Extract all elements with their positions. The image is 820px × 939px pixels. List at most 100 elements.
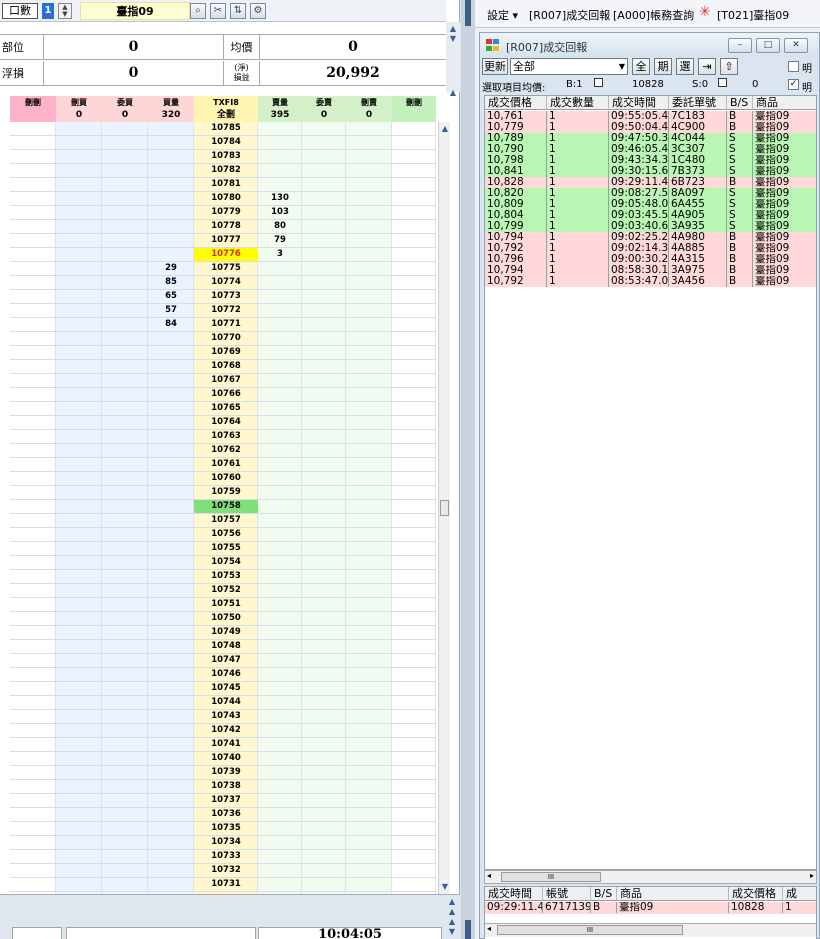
- ladder-price[interactable]: 10761: [194, 458, 258, 471]
- ladder-row[interactable]: 10774 85: [10, 276, 436, 290]
- settings-icon[interactable]: ⚙: [250, 3, 266, 19]
- ladder-row[interactable]: 10770: [10, 332, 436, 346]
- ladder-price[interactable]: 10757: [194, 514, 258, 527]
- ladder-price[interactable]: 10752: [194, 584, 258, 597]
- period-button[interactable]: 期: [654, 58, 672, 75]
- ladder-row[interactable]: 10769: [10, 346, 436, 360]
- detail-column-header-5[interactable]: 成: [783, 887, 816, 901]
- export-icon[interactable]: ⇥: [698, 58, 716, 75]
- ladder-price[interactable]: 10780: [194, 192, 258, 205]
- ladder-row[interactable]: 10734: [10, 836, 436, 850]
- ladder-header-2[interactable]: 委買: [102, 96, 148, 109]
- splitter[interactable]: [461, 0, 475, 939]
- ladder-price[interactable]: 10754: [194, 556, 258, 569]
- ladder-header-4[interactable]: TXFI8: [194, 96, 258, 109]
- table-row[interactable]: 10,790 1 09:46:05.43 3C307 S 臺指09: [485, 144, 816, 155]
- ladder-row[interactable]: 10768: [10, 360, 436, 374]
- ladder-header-8[interactable]: 刪刪: [392, 96, 436, 109]
- ladder-row[interactable]: 10741: [10, 738, 436, 752]
- ladder-row[interactable]: 10731: [10, 878, 436, 892]
- ladder-price[interactable]: 10743: [194, 710, 258, 723]
- ladder-price[interactable]: 10739: [194, 766, 258, 779]
- buy-checkbox[interactable]: [594, 78, 603, 87]
- detail-column-header-0[interactable]: 成交時間: [485, 887, 543, 901]
- table-row[interactable]: 10,809 1 09:05:48.08 6A455 S 臺指09: [485, 199, 816, 210]
- detail-column-header-2[interactable]: B/S: [591, 887, 617, 901]
- ladder-price[interactable]: 10783: [194, 150, 258, 163]
- ladder-price[interactable]: 10760: [194, 472, 258, 485]
- ladder-price[interactable]: 10734: [194, 836, 258, 849]
- ladder-row[interactable]: 10738: [10, 780, 436, 794]
- select-button[interactable]: 選: [676, 58, 694, 75]
- ladder-row[interactable]: 10771 84: [10, 318, 436, 332]
- upload-icon[interactable]: ⇧: [720, 58, 738, 75]
- ladder-price[interactable]: 10741: [194, 738, 258, 751]
- ladder-row[interactable]: 10785: [10, 122, 436, 136]
- price-ladder[interactable]: 10785 10784 10783 10782 10781 10780 130 10779 10…: [10, 122, 436, 894]
- tools-icon[interactable]: ✂: [210, 3, 226, 19]
- ladder-price[interactable]: 10731: [194, 878, 258, 891]
- ladder-row[interactable]: 10748: [10, 640, 436, 654]
- table-row[interactable]: 10,792 1 08:53:47.07 3A456 B 臺指09: [485, 276, 816, 287]
- ladder-row[interactable]: 10781: [10, 178, 436, 192]
- column-header-4[interactable]: B/S: [727, 96, 753, 110]
- ladder-row[interactable]: 10776 3: [10, 248, 436, 262]
- sell-checkbox[interactable]: [718, 78, 727, 87]
- ladder-row[interactable]: 10746: [10, 668, 436, 682]
- ladder-row[interactable]: 10758: [10, 500, 436, 514]
- ladder-price[interactable]: 10749: [194, 626, 258, 639]
- table-row[interactable]: 10,841 1 09:30:15.67 7B373 S 臺指09: [485, 166, 816, 177]
- ladder-price[interactable]: 10781: [194, 178, 258, 191]
- ladder-price[interactable]: 10763: [194, 430, 258, 443]
- table-hscroll[interactable]: ◂ III ▸: [484, 870, 817, 884]
- ladder-price[interactable]: 10746: [194, 668, 258, 681]
- filter-select[interactable]: 全部 ▼: [510, 58, 628, 75]
- ladder-row[interactable]: 10733: [10, 850, 436, 864]
- ladder-price[interactable]: 10748: [194, 640, 258, 653]
- menu-settings[interactable]: 設定 ▾: [487, 7, 518, 23]
- ladder-price[interactable]: 10773: [194, 290, 258, 303]
- ladder-row[interactable]: 10753: [10, 570, 436, 584]
- arrows-icon[interactable]: ⇅: [230, 3, 246, 19]
- minimize-button[interactable]: –: [728, 38, 752, 53]
- ladder-row[interactable]: 10751: [10, 598, 436, 612]
- ladder-row[interactable]: 10735: [10, 822, 436, 836]
- ladder-price[interactable]: 10777: [194, 234, 258, 247]
- ladder-price[interactable]: 10759: [194, 486, 258, 499]
- ladder-row[interactable]: 10745: [10, 682, 436, 696]
- detail-column-header-3[interactable]: 商品: [617, 887, 729, 901]
- ladder-row[interactable]: 10775 29: [10, 262, 436, 276]
- ladder-price[interactable]: 10751: [194, 598, 258, 611]
- ladder-price[interactable]: 10775: [194, 262, 258, 275]
- ladder-price[interactable]: 10765: [194, 402, 258, 415]
- ladder-price[interactable]: 10735: [194, 822, 258, 835]
- ladder-price[interactable]: 10756: [194, 528, 258, 541]
- ladder-price[interactable]: 10770: [194, 332, 258, 345]
- maximize-button[interactable]: □: [756, 38, 780, 53]
- table-row[interactable]: 10,779 1 09:50:04.44 4C900 B 臺指09: [485, 122, 816, 133]
- ladder-price[interactable]: 10776: [194, 248, 258, 261]
- all-button[interactable]: 全: [632, 58, 650, 75]
- ladder-row[interactable]: 10782: [10, 164, 436, 178]
- detail-checkbox-1[interactable]: [788, 61, 799, 72]
- ladder-price[interactable]: 10750: [194, 612, 258, 625]
- ladder-row[interactable]: 10742: [10, 724, 436, 738]
- table-row[interactable]: 10,794 1 09:02:25.22 4A980 B 臺指09: [485, 232, 816, 243]
- ladder-row[interactable]: 10732: [10, 864, 436, 878]
- ladder-price[interactable]: 10737: [194, 794, 258, 807]
- table-row[interactable]: 10,796 1 09:00:30.20 4A315 B 臺指09: [485, 254, 816, 265]
- ladder-row[interactable]: 10762: [10, 444, 436, 458]
- ladder-price[interactable]: 10764: [194, 416, 258, 429]
- ladder-scroll-thumb[interactable]: [440, 500, 449, 516]
- table-row[interactable]: 10,828 1 09:29:11.46 6B723 B 臺指09: [485, 177, 816, 188]
- window-titlebar[interactable]: [R007]成交回報 – □ ✕: [480, 33, 819, 57]
- ladder-row[interactable]: 10783: [10, 150, 436, 164]
- ladder-price[interactable]: 10785: [194, 122, 258, 135]
- ladder-row[interactable]: 10749: [10, 626, 436, 640]
- detail-column-header-1[interactable]: 帳號: [543, 887, 591, 901]
- detail-checkbox-2[interactable]: ✓: [788, 79, 799, 90]
- ladder-price[interactable]: 10747: [194, 654, 258, 667]
- ladder-row[interactable]: 10761: [10, 458, 436, 472]
- ladder-row[interactable]: 10773 65: [10, 290, 436, 304]
- ladder-price[interactable]: 10771: [194, 318, 258, 331]
